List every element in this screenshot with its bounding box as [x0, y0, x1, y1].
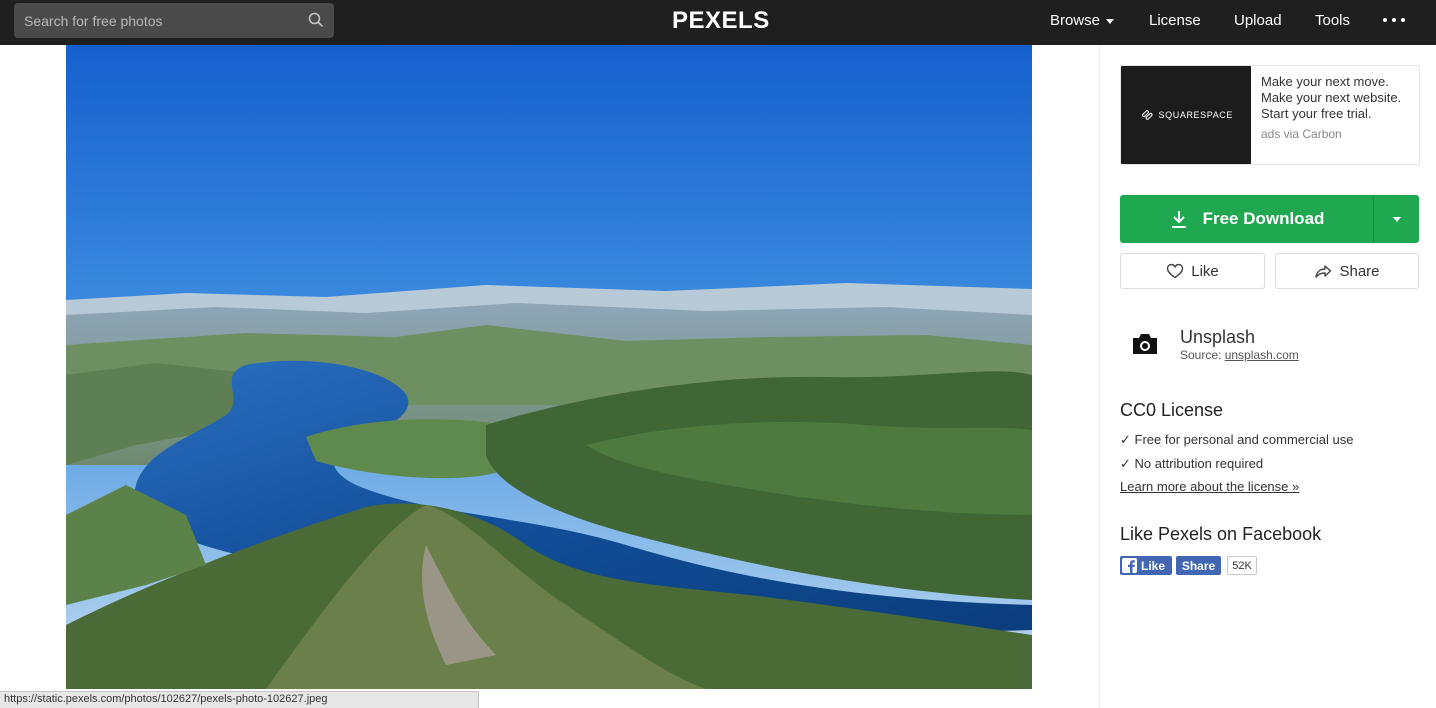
like-label: Like [1191, 262, 1219, 280]
squarespace-icon [1142, 110, 1153, 120]
nav-tools[interactable]: Tools [1315, 12, 1350, 29]
source-line: Source: unsplash.com [1180, 348, 1299, 362]
top-navigation-bar: PEXELS Browse License Upload Tools [0, 0, 1436, 45]
source-link[interactable]: unsplash.com [1225, 348, 1299, 362]
more-options-icon[interactable] [1383, 18, 1405, 24]
ad-via-carbon[interactable]: ads via Carbon [1261, 127, 1342, 141]
ad-line: Make your next website. [1261, 90, 1402, 105]
facebook-icon [1122, 558, 1137, 573]
license-title: CC0 License [1120, 400, 1224, 420]
camera-icon [1133, 334, 1157, 354]
search-box[interactable] [14, 3, 334, 38]
source-label: Source: [1180, 348, 1222, 362]
ad-line: Start your free trial. [1261, 106, 1372, 121]
facebook-like-count: 52K [1227, 556, 1257, 575]
download-options-dropdown[interactable] [1373, 195, 1419, 243]
nav-license[interactable]: License [1149, 12, 1201, 29]
license-learn-more-link[interactable]: Learn more about the license » [1120, 479, 1299, 494]
search-input[interactable] [14, 3, 304, 38]
facebook-like-label: Like [1141, 558, 1166, 573]
download-label: Free Download [1202, 209, 1325, 228]
chevron-down-icon [1106, 18, 1115, 24]
carbon-ad[interactable]: SQUARESPACE Make your next move. Make yo… [1120, 65, 1420, 165]
share-button[interactable]: Share [1275, 253, 1419, 289]
nav-upload[interactable]: Upload [1234, 12, 1282, 29]
sidebar-divider [1099, 45, 1100, 708]
license-item: ✓ Free for personal and commercial use [1120, 432, 1354, 447]
ad-image[interactable]: SQUARESPACE [1121, 66, 1251, 164]
nav-browse-label: Browse [1050, 12, 1101, 29]
facebook-title: Like Pexels on Facebook [1120, 524, 1322, 544]
like-button[interactable]: Like [1120, 253, 1265, 289]
ad-line: Make your next move. [1261, 74, 1389, 89]
pexels-logo[interactable]: PEXELS [672, 7, 770, 35]
squarespace-logo: SQUARESPACE [1141, 107, 1233, 123]
facebook-like-button[interactable]: Like [1120, 556, 1172, 575]
share-label: Share [1339, 262, 1380, 280]
facebook-share-button[interactable]: Share [1176, 556, 1221, 575]
free-download-button[interactable]: Free Download [1120, 195, 1373, 243]
share-arrow-icon [1315, 265, 1332, 278]
ad-brand: SQUARESPACE [1158, 110, 1233, 120]
browser-status-bar: https://static.pexels.com/photos/102627/… [0, 691, 479, 708]
nav-browse[interactable]: Browse [1050, 12, 1115, 29]
ad-copy[interactable]: Make your next move. Make your next webs… [1261, 74, 1419, 122]
chevron-down-icon [1393, 217, 1401, 222]
search-icon[interactable] [308, 12, 324, 28]
source-name[interactable]: Unsplash [1180, 327, 1255, 348]
main-photo[interactable] [66, 45, 1032, 689]
download-icon [1171, 211, 1186, 228]
heart-icon [1167, 263, 1184, 279]
license-item: ✓ No attribution required [1120, 456, 1264, 471]
